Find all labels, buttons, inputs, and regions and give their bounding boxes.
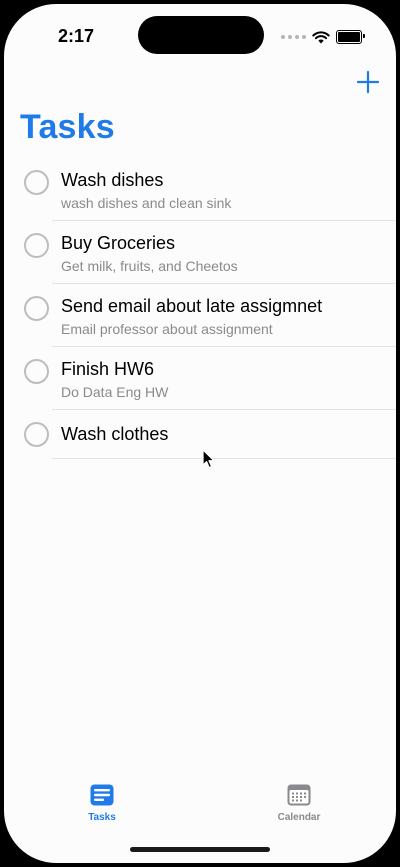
tab-label: Tasks — [88, 812, 116, 823]
task-list: Wash dishes wash dishes and clean sink B… — [4, 158, 396, 459]
dynamic-island — [138, 16, 264, 54]
battery-icon — [336, 30, 365, 44]
add-task-button[interactable] — [356, 70, 380, 94]
page-title: Tasks — [20, 108, 115, 146]
task-note: Get milk, fruits, and Cheetos — [61, 258, 238, 274]
task-row[interactable]: Wash clothes — [4, 410, 396, 459]
task-title: Send email about late assigmnet — [61, 296, 323, 316]
calendar-icon — [287, 784, 311, 806]
tab-label: Calendar — [277, 812, 321, 823]
task-note: Email professor about assignment — [61, 321, 273, 337]
status-icons — [281, 30, 365, 44]
task-row[interactable]: Buy Groceries Get milk, fruits, and Chee… — [4, 221, 396, 284]
signal-icon — [281, 35, 306, 39]
tab-bar: Tasks Calendar — [4, 784, 396, 834]
complete-checkbox[interactable] — [24, 170, 49, 195]
status-time: 2:17 — [58, 26, 95, 46]
app-screen: 2:17 Tasks Wash dishes wash dishes and c… — [4, 4, 396, 863]
task-title: Wash dishes — [61, 170, 164, 190]
complete-checkbox[interactable] — [24, 296, 49, 321]
complete-checkbox[interactable] — [24, 359, 49, 384]
tab-tasks[interactable]: Tasks — [52, 784, 152, 823]
task-title: Wash clothes — [61, 424, 169, 444]
task-title: Finish HW6 — [61, 359, 155, 379]
task-row[interactable]: Send email about late assigmnet Email pr… — [4, 284, 396, 347]
task-note: Do Data Eng HW — [61, 384, 169, 400]
complete-checkbox[interactable] — [24, 422, 49, 447]
task-title: Buy Groceries — [61, 233, 176, 253]
device-frame: 2:17 Tasks Wash dishes wash dishes and c… — [0, 0, 400, 867]
task-row[interactable]: Finish HW6 Do Data Eng HW — [4, 347, 396, 410]
task-row[interactable]: Wash dishes wash dishes and clean sink — [4, 158, 396, 221]
mouse-pointer-icon — [202, 449, 215, 469]
tab-calendar[interactable]: Calendar — [249, 784, 349, 823]
list-icon — [90, 784, 114, 806]
complete-checkbox[interactable] — [24, 233, 49, 258]
task-note: wash dishes and clean sink — [61, 195, 232, 211]
home-indicator[interactable] — [130, 847, 270, 852]
wifi-icon — [312, 30, 330, 43]
